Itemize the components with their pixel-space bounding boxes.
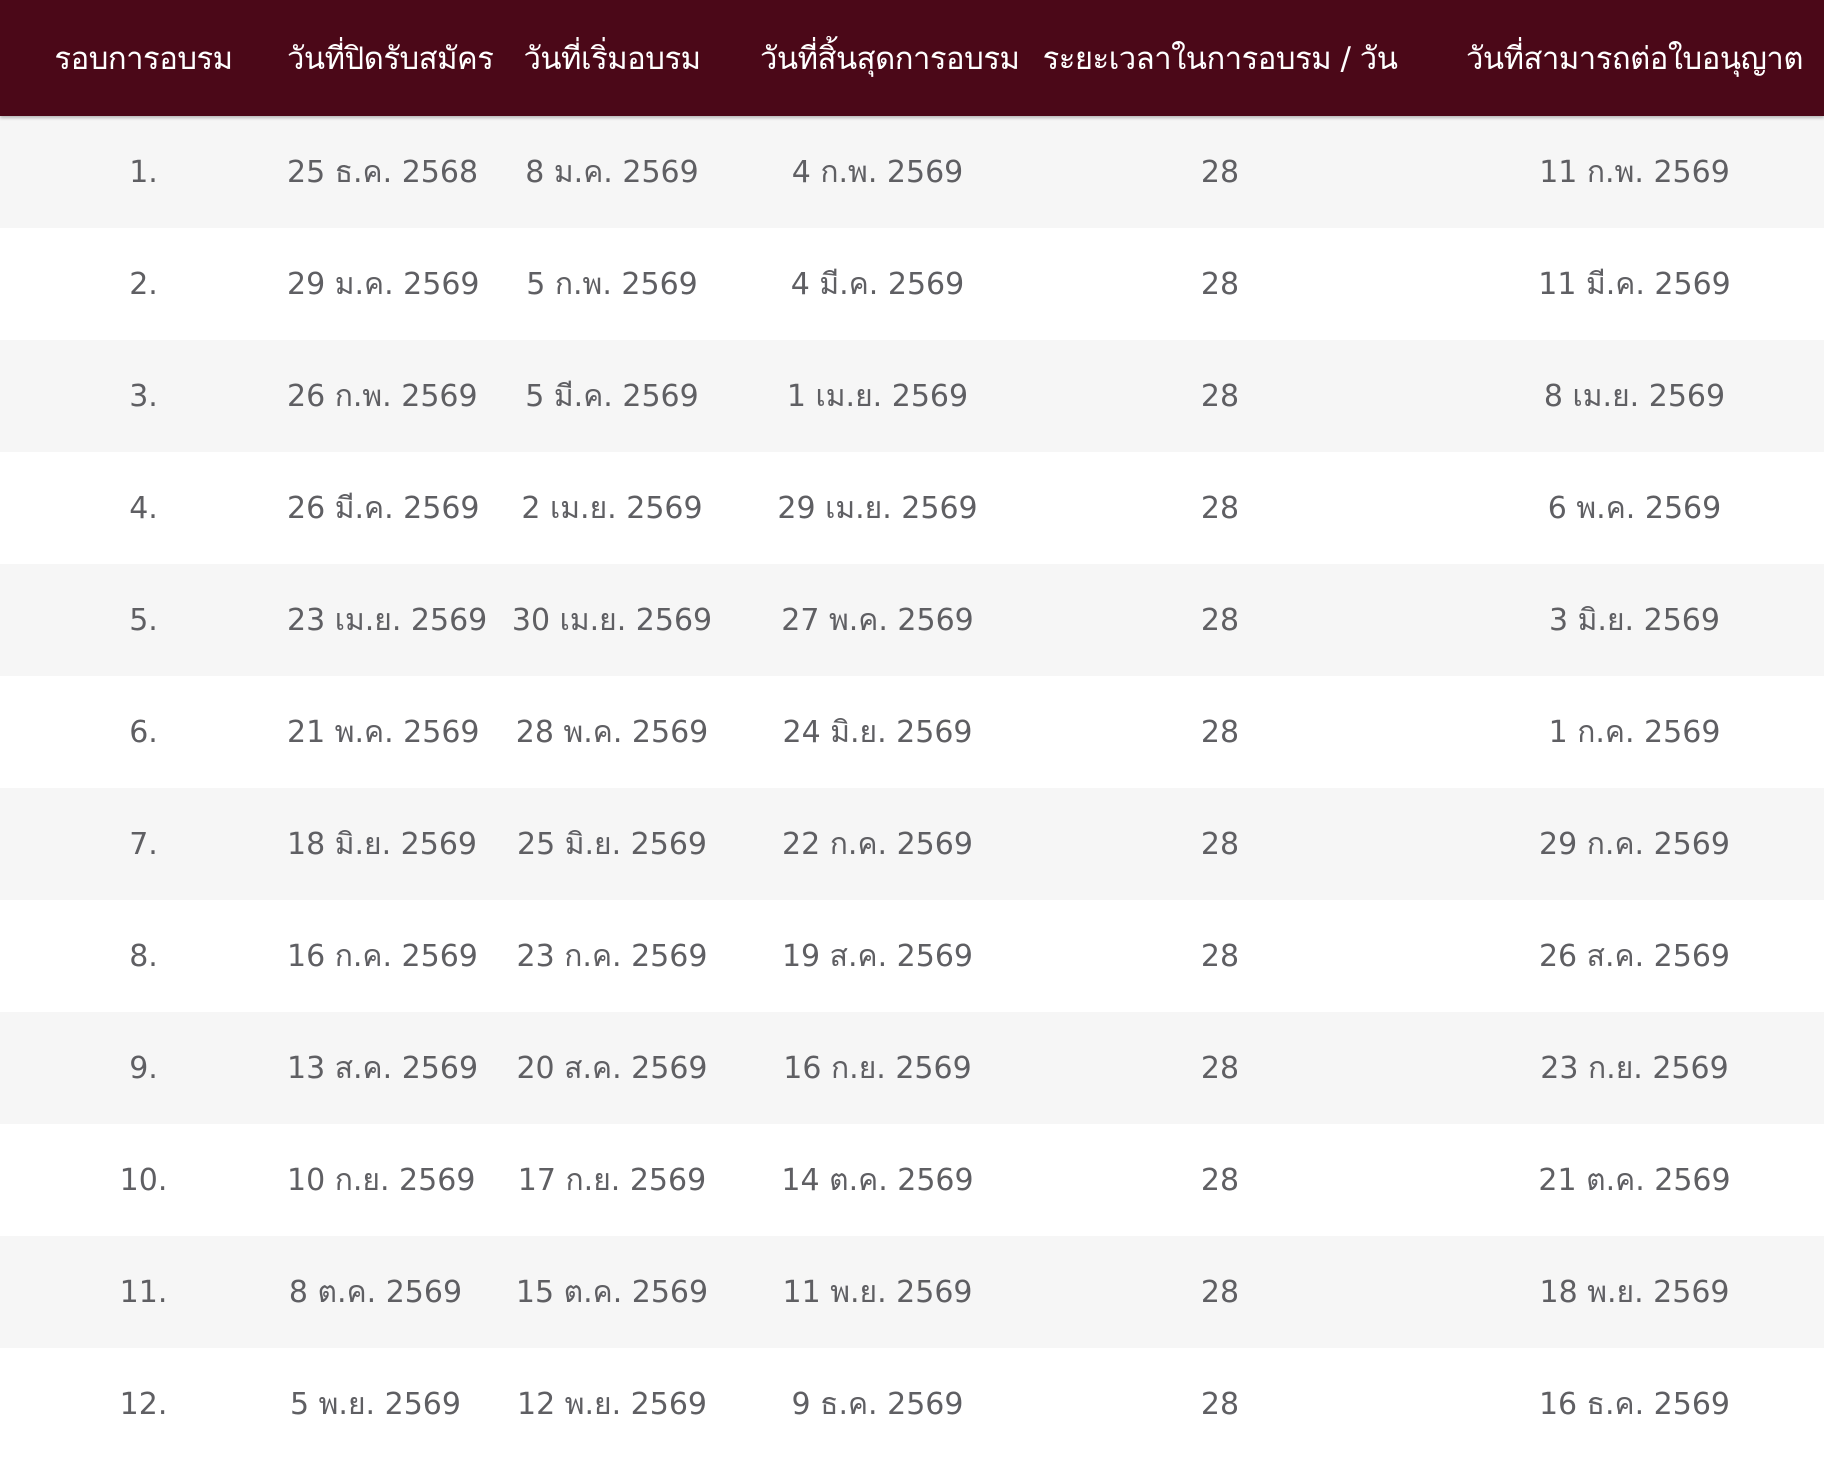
closing-date-cell: 5 พ.ย. 2569: [290, 1386, 461, 1422]
round-cell: 7.: [129, 826, 158, 862]
end-date-cell: 9 ธ.ค. 2569: [791, 1386, 964, 1422]
table-row: 7. 18 มิ.ย. 2569 25 มิ.ย. 2569 22 ก.ค. 2569…: [0, 788, 1824, 900]
end-date-cell: 29 เม.ย. 2569: [777, 490, 978, 526]
renewal-date-cell: 21 ต.ค. 2569: [1538, 1162, 1731, 1198]
renewal-date-cell: 1 ก.ค. 2569: [1548, 714, 1721, 750]
closing-date-cell: 21 พ.ค. 2569: [287, 714, 480, 750]
duration-cell: 28: [1200, 938, 1240, 974]
header-start-date: วันที่เริ่มอบรม: [523, 41, 701, 77]
header-round: รอบการอบรม: [54, 41, 233, 77]
closing-date-cell: 13 ส.ค. 2569: [287, 1050, 479, 1086]
table-row: 1. 25 ธ.ค. 2568 8 ม.ค. 2569 4 ก.พ. 2569 28 11…: [0, 116, 1824, 228]
round-cell: 5.: [129, 602, 158, 638]
renewal-date-cell: 23 ก.ย. 2569: [1540, 1050, 1729, 1086]
table-row: 10. 10 ก.ย. 2569 17 ก.ย. 2569 14 ต.ค. 2569 2…: [0, 1124, 1824, 1236]
end-date-cell: 4 มี.ค. 2569: [790, 266, 965, 302]
duration-cell: 28: [1200, 714, 1240, 750]
start-date-cell: 12 พ.ย. 2569: [516, 1386, 708, 1422]
header-renewal-date: วันที่สามารถต่อใบอนุญาต: [1466, 41, 1803, 77]
table-row: 9. 13 ส.ค. 2569 20 ส.ค. 2569 16 ก.ย. 2569 28…: [0, 1012, 1824, 1124]
table-row: 5. 23 เม.ย. 2569 30 เม.ย. 2569 27 พ.ค. 2569…: [0, 564, 1824, 676]
table-row: 6. 21 พ.ค. 2569 28 พ.ค. 2569 24 มิ.ย. 2569 2…: [0, 676, 1824, 788]
start-date-cell: 28 พ.ค. 2569: [515, 714, 709, 750]
start-date-cell: 23 ก.ค. 2569: [516, 938, 708, 974]
closing-date-cell: 25 ธ.ค. 2568: [287, 154, 479, 190]
end-date-cell: 24 มิ.ย. 2569: [782, 714, 973, 750]
header-end-date: วันที่สิ้นสุดการอบรม: [760, 41, 1020, 77]
start-date-cell: 5 มี.ค. 2569: [525, 378, 699, 414]
duration-cell: 28: [1200, 1162, 1240, 1198]
duration-cell: 28: [1200, 1386, 1240, 1422]
end-date-cell: 4 ก.พ. 2569: [791, 154, 964, 190]
end-date-cell: 11 พ.ย. 2569: [782, 1274, 973, 1310]
table-row: 8. 16 ก.ค. 2569 23 ก.ค. 2569 19 ส.ค. 2569 28…: [0, 900, 1824, 1012]
duration-cell: 28: [1200, 602, 1240, 638]
table-header-row: รอบการอบรม วันที่ปิดรับสมัคร วันที่เริ่ม…: [0, 0, 1824, 116]
duration-cell: 28: [1200, 266, 1240, 302]
round-cell: 11.: [119, 1274, 168, 1310]
end-date-cell: 27 พ.ค. 2569: [781, 602, 974, 638]
round-cell: 6.: [129, 714, 158, 750]
round-cell: 2.: [129, 266, 158, 302]
renewal-date-cell: 8 เม.ย. 2569: [1543, 378, 1726, 414]
start-date-cell: 15 ต.ค. 2569: [515, 1274, 709, 1310]
start-date-cell: 30 เม.ย. 2569: [511, 602, 713, 638]
closing-date-cell: 26 มี.ค. 2569: [287, 490, 480, 526]
renewal-date-cell: 29 ก.ค. 2569: [1539, 826, 1730, 862]
start-date-cell: 2 เม.ย. 2569: [521, 490, 703, 526]
start-date-cell: 8 ม.ค. 2569: [525, 154, 699, 190]
end-date-cell: 19 ส.ค. 2569: [781, 938, 974, 974]
start-date-cell: 20 ส.ค. 2569: [516, 1050, 708, 1086]
renewal-date-cell: 6 พ.ค. 2569: [1547, 490, 1722, 526]
duration-cell: 28: [1200, 154, 1240, 190]
renewal-date-cell: 16 ธ.ค. 2569: [1538, 1386, 1731, 1422]
table-row: 12. 5 พ.ย. 2569 12 พ.ย. 2569 9 ธ.ค. 2569 28 1…: [0, 1348, 1824, 1460]
end-date-cell: 14 ต.ค. 2569: [781, 1162, 974, 1198]
duration-cell: 28: [1200, 490, 1240, 526]
end-date-cell: 22 ก.ค. 2569: [782, 826, 973, 862]
duration-cell: 28: [1200, 1050, 1240, 1086]
round-cell: 4.: [129, 490, 158, 526]
renewal-date-cell: 3 มิ.ย. 2569: [1549, 602, 1720, 638]
duration-cell: 28: [1200, 378, 1240, 414]
training-schedule-table: รอบการอบรม วันที่ปิดรับสมัคร วันที่เริ่ม…: [0, 0, 1824, 1460]
closing-date-cell: 23 เม.ย. 2569: [287, 602, 488, 638]
round-cell: 1.: [129, 154, 158, 190]
renewal-date-cell: 11 มี.ค. 2569: [1538, 266, 1731, 302]
closing-date-cell: 16 ก.ค. 2569: [287, 938, 478, 974]
duration-cell: 28: [1200, 826, 1240, 862]
end-date-cell: 1 เม.ย. 2569: [786, 378, 969, 414]
table-row: 11. 8 ต.ค. 2569 15 ต.ค. 2569 11 พ.ย. 2569 28…: [0, 1236, 1824, 1348]
end-date-cell: 16 ก.ย. 2569: [783, 1050, 972, 1086]
closing-date-cell: 18 มิ.ย. 2569: [287, 826, 478, 862]
round-cell: 8.: [129, 938, 158, 974]
closing-date-cell: 10 ก.ย. 2569: [287, 1162, 476, 1198]
start-date-cell: 17 ก.ย. 2569: [517, 1162, 707, 1198]
round-cell: 10.: [119, 1162, 168, 1198]
table-body: 1. 25 ธ.ค. 2568 8 ม.ค. 2569 4 ก.พ. 2569 28 11…: [0, 116, 1824, 1460]
duration-cell: 28: [1200, 1274, 1240, 1310]
closing-date-cell: 29 ม.ค. 2569: [287, 266, 480, 302]
table-row: 3. 26 ก.พ. 2569 5 มี.ค. 2569 1 เม.ย. 2569 28…: [0, 340, 1824, 452]
header-closing-date: วันที่ปิดรับสมัคร: [287, 41, 494, 77]
start-date-cell: 25 มิ.ย. 2569: [516, 826, 708, 862]
start-date-cell: 5 ก.พ. 2569: [526, 266, 698, 302]
renewal-date-cell: 26 ส.ค. 2569: [1538, 938, 1731, 974]
closing-date-cell: 8 ต.ค. 2569: [288, 1274, 463, 1310]
renewal-date-cell: 11 ก.พ. 2569: [1539, 154, 1730, 190]
round-cell: 9.: [129, 1050, 158, 1086]
renewal-date-cell: 18 พ.ย. 2569: [1539, 1274, 1730, 1310]
closing-date-cell: 26 ก.พ. 2569: [287, 378, 478, 414]
header-duration-days: ระยะเวลาในการอบรม / วัน: [1042, 41, 1398, 77]
table-row: 4. 26 มี.ค. 2569 2 เม.ย. 2569 29 เม.ย. 2569…: [0, 452, 1824, 564]
round-cell: 3.: [129, 378, 158, 414]
round-cell: 12.: [119, 1386, 168, 1422]
table-row: 2. 29 ม.ค. 2569 5 ก.พ. 2569 4 มี.ค. 2569 28 1…: [0, 228, 1824, 340]
